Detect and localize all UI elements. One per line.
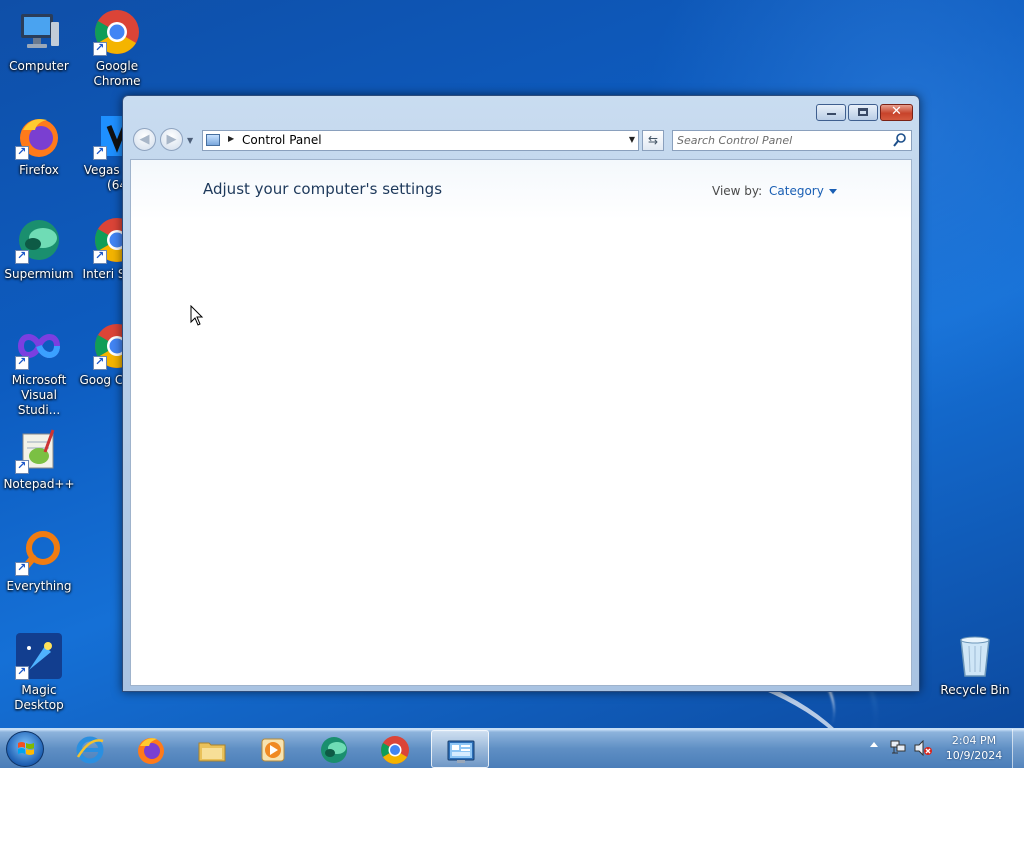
desktop-icon-supermium[interactable]: Supermium xyxy=(1,216,77,282)
google-chrome-icon xyxy=(93,8,141,56)
address-bar[interactable]: ▶ Control Panel ▼ xyxy=(202,130,639,151)
shortcut-arrow-icon xyxy=(93,248,107,264)
volume-muted-icon[interactable] xyxy=(914,740,932,756)
shortcut-arrow-icon xyxy=(93,354,107,370)
taskbar-firefox[interactable] xyxy=(122,730,180,768)
clock-date: 10/9/2024 xyxy=(945,749,1003,762)
control-panel-icon xyxy=(447,740,475,763)
refresh-icon: ⇆ xyxy=(647,133,659,147)
close-icon: ✕ xyxy=(891,104,902,119)
desktop-icon-computer[interactable]: Computer xyxy=(1,8,77,74)
firefox-icon xyxy=(15,112,63,160)
shortcut-arrow-icon xyxy=(15,664,29,680)
taskbar-media-player[interactable] xyxy=(244,730,302,768)
windows-logo-icon xyxy=(18,742,34,755)
media-player-icon xyxy=(261,738,285,762)
address-history-dropdown[interactable]: ▼ xyxy=(629,135,635,144)
recycle-bin-icon xyxy=(951,632,999,680)
visual-studio-icon xyxy=(15,322,63,370)
forward-button[interactable]: ▶ xyxy=(160,128,183,151)
notepad-plus-plus-icon xyxy=(15,426,63,474)
supermium-icon xyxy=(321,737,347,763)
view-by-value: Category xyxy=(769,184,824,198)
maximize-button[interactable] xyxy=(848,104,878,121)
search-box[interactable] xyxy=(672,130,912,151)
view-by-label: View by: xyxy=(712,184,763,198)
desktop-icon-google-chrome[interactable]: Google Chrome xyxy=(79,8,155,89)
control-panel-icon xyxy=(206,134,220,146)
shortcut-arrow-icon xyxy=(15,248,29,264)
start-button[interactable] xyxy=(6,731,44,767)
shortcut-arrow-icon xyxy=(15,560,29,576)
shortcut-arrow-icon xyxy=(93,144,107,160)
refresh-button[interactable]: ⇆ xyxy=(642,130,664,151)
desktop-icon-everything[interactable]: Everything xyxy=(1,528,77,594)
desktop-icon-notepad-plus-plus[interactable]: Notepad++ xyxy=(1,426,77,492)
taskbar-windows-explorer[interactable] xyxy=(183,730,241,768)
desktop-icon-magic-desktop[interactable]: Magic Desktop xyxy=(1,632,77,713)
show-desktop-button[interactable] xyxy=(1012,729,1024,769)
breadcrumb-separator-icon[interactable]: ▶ xyxy=(228,134,234,143)
firefox-icon xyxy=(138,738,164,764)
minimize-button[interactable] xyxy=(816,104,846,121)
recent-pages-dropdown[interactable]: ▼ xyxy=(187,136,193,145)
everything-search-icon xyxy=(15,528,63,576)
back-button[interactable]: ◀ xyxy=(133,128,156,151)
taskbar-internet-explorer[interactable] xyxy=(61,730,119,768)
taskbar-supermium[interactable] xyxy=(305,730,363,768)
mouse-cursor-icon xyxy=(190,305,204,326)
computer-icon xyxy=(15,8,63,56)
shortcut-arrow-icon xyxy=(15,354,29,370)
arrow-right-icon: ▶ xyxy=(166,132,177,147)
magic-desktop-icon xyxy=(15,632,63,680)
chevron-down-icon xyxy=(828,189,837,194)
arrow-left-icon: ◀ xyxy=(139,132,150,147)
content-pane: Adjust your computer's settings View by:… xyxy=(130,159,912,686)
view-by-dropdown[interactable]: Category xyxy=(769,184,837,198)
maximize-icon xyxy=(858,108,868,116)
control-panel-window[interactable]: ✕ ◀ ▶ ▼ ▶ Control Panel ▼ ⇆ Adjust your … xyxy=(122,95,920,692)
close-button[interactable]: ✕ xyxy=(880,104,913,121)
clock-time: 2:04 PM xyxy=(951,734,997,747)
minimize-icon xyxy=(827,113,836,115)
search-input[interactable] xyxy=(677,132,887,149)
taskbar: 2:04 PM 10/9/2024 xyxy=(0,728,1024,769)
clock[interactable]: 2:04 PM 10/9/2024 xyxy=(942,733,1006,763)
folder-icon xyxy=(198,742,226,762)
shortcut-arrow-icon xyxy=(15,144,29,160)
breadcrumb-control-panel[interactable]: Control Panel xyxy=(242,133,322,147)
shortcut-arrow-icon xyxy=(93,40,107,56)
desktop-icon-recycle-bin[interactable]: Recycle Bin xyxy=(937,632,1013,698)
network-icon[interactable] xyxy=(890,740,906,754)
shortcut-arrow-icon xyxy=(15,458,29,474)
google-chrome-icon xyxy=(381,736,409,764)
search-icon[interactable] xyxy=(893,132,907,148)
internet-explorer-icon xyxy=(76,736,104,764)
taskbar-google-chrome[interactable] xyxy=(366,730,424,768)
taskbar-control-panel[interactable] xyxy=(431,730,489,768)
show-hidden-icons-button[interactable] xyxy=(870,742,878,747)
desktop-icon-visual-studio[interactable]: Microsoft Visual Studi... xyxy=(1,322,77,418)
desktop-icon-firefox[interactable]: Firefox xyxy=(1,112,77,178)
supermium-icon xyxy=(15,216,63,264)
page-title: Adjust your computer's settings xyxy=(203,180,443,198)
